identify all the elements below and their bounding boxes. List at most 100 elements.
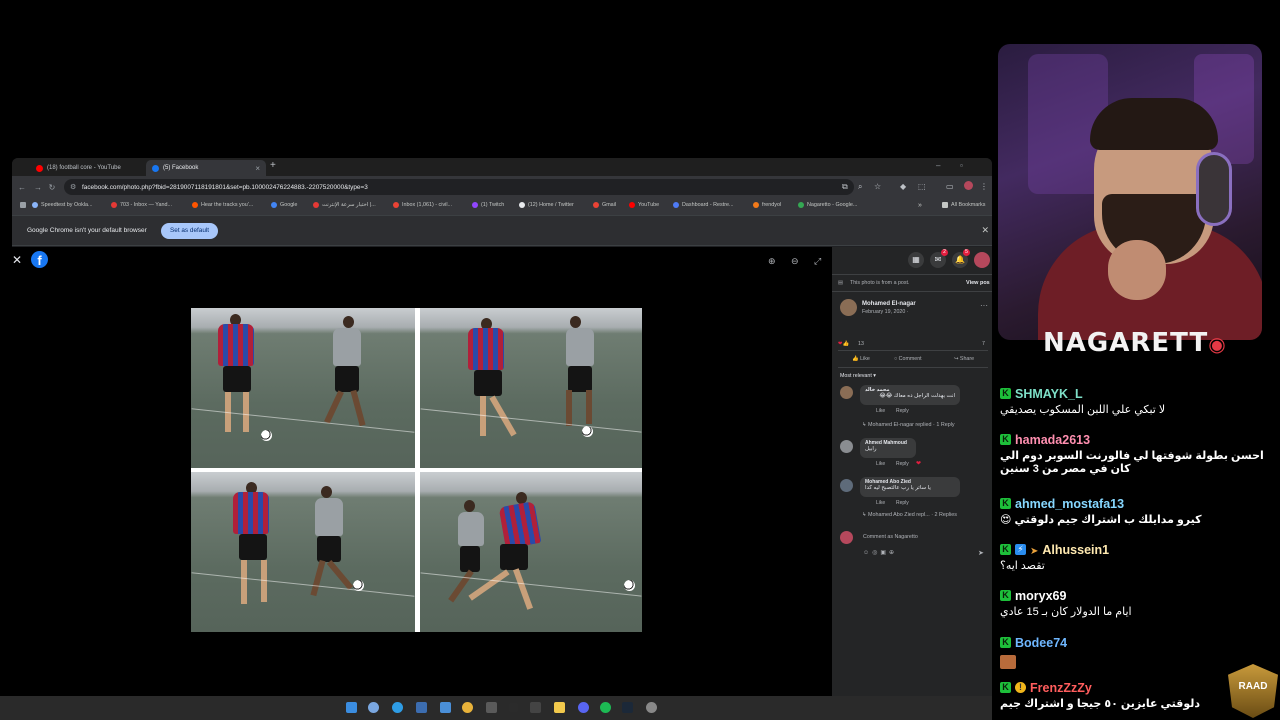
app-icon[interactable] [486, 702, 497, 713]
share-button[interactable]: ↪ Share [954, 356, 974, 362]
comment-reply[interactable]: Reply [896, 461, 909, 467]
zoom-icon[interactable]: ⌕ [858, 182, 862, 192]
comment-input[interactable]: Comment as Nagaretto [863, 534, 918, 540]
kick-badge-icon: K [1000, 498, 1011, 510]
more-bookmarks-icon[interactable]: » [918, 202, 922, 209]
reactions-count[interactable]: 13 [858, 341, 864, 347]
profile-avatar[interactable] [964, 181, 973, 190]
comment-reply[interactable]: Reply [896, 500, 909, 506]
bookmark-trendyol[interactable]: frendyol [753, 202, 781, 208]
bookmark-speedtest[interactable]: Speedtest by Ookla... [32, 202, 93, 208]
bookmark-all[interactable]: All Bookmarks [942, 202, 985, 208]
bookmark-restream[interactable]: Dashboard - Restre... [673, 202, 734, 208]
zoom-in-icon[interactable]: ⊕ [768, 256, 776, 267]
site-info-icon[interactable]: ⚙ [70, 183, 76, 191]
comment-button[interactable]: ○ Comment [894, 356, 922, 362]
account-avatar[interactable] [974, 252, 990, 268]
send-icon[interactable]: ➤ [978, 549, 984, 557]
notifications-icon[interactable]: 🔔 5 [952, 249, 970, 268]
chat-username[interactable]: hamada2613 [1015, 433, 1090, 447]
close-icon[interactable]: ✕ [981, 225, 989, 236]
sort-comments-dropdown[interactable]: Most relevant ▾ [840, 373, 876, 379]
extension-icon[interactable]: ◆ [900, 182, 906, 191]
back-icon[interactable]: ← [14, 183, 30, 192]
comment-like[interactable]: Like [876, 500, 885, 506]
close-viewer-icon[interactable]: ✕ [12, 253, 22, 267]
chat-username[interactable]: Alhussein1 [1042, 543, 1109, 557]
tab-facebook[interactable]: (5) Facebook × [146, 160, 266, 176]
post-date[interactable]: February 19, 2020 · [862, 309, 909, 315]
close-tab-icon[interactable]: × [255, 164, 260, 173]
commenter-avatar[interactable] [840, 440, 853, 453]
view-replies-link[interactable]: ↳ Mohamed El-nagar replied · 1 Reply [862, 422, 990, 428]
bookmark-apps[interactable] [20, 202, 29, 208]
menu-icon[interactable]: ⋮ [980, 182, 988, 191]
chat-username[interactable]: FrenzZzZy [1030, 681, 1092, 695]
composer-tools-icon[interactable]: ☺◎▣⊕ [863, 549, 897, 556]
restream-icon [673, 202, 679, 208]
spotify-icon[interactable] [600, 702, 611, 713]
bookmark-yandex[interactable]: 703 - Inbox — Yand... [111, 202, 172, 208]
bookmark-star-icon[interactable]: ☆ [874, 182, 881, 191]
chat-username[interactable]: ahmed_mostafa13 [1015, 497, 1124, 511]
bookmark-soundcloud[interactable]: Hear the tracks you'... [192, 202, 253, 208]
chat-username[interactable]: Bodee74 [1015, 636, 1067, 650]
chat-username[interactable]: SHMAYK_L [1015, 387, 1083, 401]
new-tab-icon[interactable]: + [270, 160, 276, 171]
facebook-logo-icon[interactable]: f [31, 251, 48, 268]
maximize-icon[interactable]: ▫ [960, 161, 963, 170]
bookmark-speed-ar[interactable]: اختبار سرعة الإنترنت |... [313, 202, 376, 208]
settings-icon[interactable] [646, 702, 657, 713]
more-options-icon[interactable]: ··· [980, 301, 988, 310]
search-icon[interactable] [368, 702, 379, 713]
edge-icon[interactable] [392, 702, 403, 713]
sidebar-icon[interactable]: ▭ [946, 182, 954, 191]
comment-like[interactable]: Like [876, 461, 885, 467]
comment-bubble: Mohamed Abo Zied يا ساتر يا رب عالتصبح ل… [860, 477, 960, 497]
zoom-out-icon[interactable]: ⊖ [791, 256, 799, 267]
bookmark-twitter[interactable]: (12) Home / Twitter [519, 202, 574, 208]
author-avatar[interactable] [840, 299, 857, 316]
chrome-icon[interactable] [462, 702, 473, 713]
bookmark-nagaretto[interactable]: Nagaretto - Google... [798, 202, 857, 208]
bookmark-gmail[interactable]: Gmail [593, 202, 616, 208]
bookmark-inbox[interactable]: Inbox (1,061) - civil... [393, 202, 452, 208]
messenger-icon[interactable]: ✉ 2 [930, 249, 948, 268]
post-photo[interactable] [191, 308, 642, 632]
tab-youtube[interactable]: (18) football core - YouTube × [30, 160, 156, 176]
app-icon[interactable] [440, 702, 451, 713]
bookmark-label: Google [280, 202, 298, 208]
bookmark-google[interactable]: Google [271, 202, 297, 208]
my-avatar[interactable] [840, 531, 853, 544]
comment-like[interactable]: Like [876, 408, 885, 414]
chat-message: Khamada2613 احسن بطولة شوفتها لي فالورنت… [1000, 431, 1274, 475]
file-explorer-icon[interactable] [554, 702, 565, 713]
like-button[interactable]: 👍 Like [852, 356, 870, 362]
comment-reply[interactable]: Reply [896, 408, 909, 414]
puzzle-icon[interactable]: ⬚ [918, 182, 926, 191]
comments-count[interactable]: 7 [982, 341, 985, 347]
app-icon[interactable] [530, 702, 541, 713]
start-icon[interactable] [346, 702, 357, 713]
view-replies-link[interactable]: ↳ Mohamed Abo Zied repl... · 2 Replies [862, 512, 992, 518]
minimize-icon[interactable]: – [936, 161, 940, 170]
fullscreen-icon[interactable]: ⤢ [814, 256, 821, 267]
menu-grid-icon[interactable]: ▦ [908, 252, 924, 268]
commenter-avatar[interactable] [840, 479, 853, 492]
obs-icon[interactable] [508, 702, 519, 713]
commenter-avatar[interactable] [840, 386, 853, 399]
discord-icon[interactable] [578, 702, 589, 713]
set-default-button[interactable]: Set as default [161, 223, 219, 239]
address-bar[interactable]: ⚙ facebook.com/photo.php?fbid=2819007118… [64, 179, 854, 195]
chat-username[interactable]: moryx69 [1015, 589, 1066, 603]
reactions-icon[interactable]: ❤👍 [838, 341, 849, 347]
view-post-link[interactable]: View pos [966, 280, 990, 286]
author-name[interactable]: Mohamed El-nagar [862, 301, 916, 307]
cast-icon[interactable]: ⧉ [842, 182, 848, 192]
store-icon[interactable] [416, 702, 427, 713]
steam-icon[interactable] [622, 702, 633, 713]
reload-icon[interactable]: ↻ [44, 183, 60, 192]
bookmark-youtube[interactable]: YouTube [629, 202, 659, 208]
football [261, 430, 272, 441]
bookmark-twitch[interactable]: (1) Twitch [472, 202, 504, 208]
